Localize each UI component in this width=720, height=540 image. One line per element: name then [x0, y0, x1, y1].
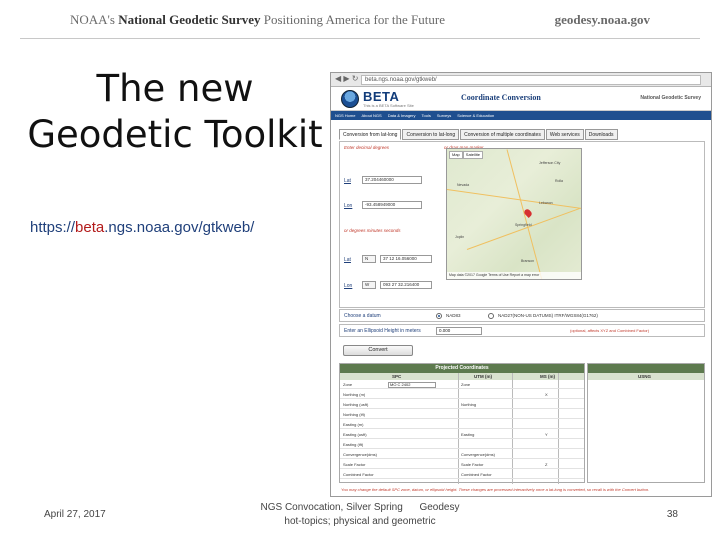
site-navbar: NGS Home About NGS Data & Imagery Tools … — [331, 111, 711, 120]
table-row: Easting (usft) Easting Y — [340, 431, 584, 439]
table-row: Easting (ift) — [340, 441, 584, 449]
page-number: 38 — [666, 509, 678, 520]
col-ms: MS (m) — [540, 374, 555, 379]
usng-table: USNG — [587, 363, 705, 483]
conversion-note: You may change the default SPC zone, dat… — [341, 487, 650, 492]
tab-to-lat-long[interactable]: Conversion to lat-long — [402, 129, 460, 140]
beta-subtitle: This is a BETA Software Site — [363, 103, 414, 108]
lon-label: Lon — [344, 203, 353, 209]
browser-nav-icons[interactable]: ◀ ▶ ↻ — [335, 74, 358, 83]
datum-nad83-radio[interactable] — [436, 313, 442, 319]
location-map[interactable]: Map Satellite Springfield Joplin Rolla L… — [446, 148, 582, 280]
banner-website: geodesy.noaa.gov — [554, 12, 650, 27]
table-row: Easting (m) — [340, 421, 584, 429]
footer-event: NGS Convocation, Silver Spring Geodesy h… — [230, 501, 490, 529]
results-title: Projected Coordinates — [340, 364, 584, 373]
datum-label: Choose a datum — [344, 313, 381, 319]
slide-banner: NOAA's National Geodetic Survey Position… — [0, 0, 720, 42]
lon-dms-label: Lon — [344, 283, 353, 289]
table-row: Northing (ift) — [340, 411, 584, 419]
nav-tools[interactable]: Tools — [419, 111, 432, 120]
tab-multiple-coordinates[interactable]: Conversion of multiple coordinates — [460, 129, 545, 140]
tab-downloads[interactable]: Downloads — [584, 129, 618, 140]
spc-zone-select[interactable]: MO C 2402 — [388, 382, 436, 388]
convert-button[interactable]: Convert — [343, 345, 413, 356]
tab-from-lat-long[interactable]: Conversion from lat-long — [339, 129, 402, 140]
datum-other-radio[interactable] — [488, 313, 494, 319]
lat-hemisphere-select[interactable]: N — [362, 255, 376, 263]
usng-header: USNG — [588, 373, 704, 380]
beta-logo: BETA — [363, 89, 400, 104]
table-row: Combined Factor Combined Factor — [340, 471, 584, 479]
results-header: SPC UTM (m) MS (m) — [340, 373, 584, 380]
map-type-satellite-button[interactable]: Satellite — [462, 151, 484, 159]
footer-event-line1: NGS Convocation, Silver Spring Geodesy — [260, 502, 460, 513]
col-utm: UTM (m) — [474, 374, 492, 379]
map-type-map-button[interactable]: Map — [449, 151, 463, 159]
map-town: Branson — [521, 259, 535, 263]
lat-dms-input[interactable]: 37 12 16.056000 — [380, 255, 432, 263]
nav-data-imagery[interactable]: Data & Imagery — [386, 111, 418, 120]
input-panel: Enter decimal degrees or drag map marker… — [339, 141, 705, 308]
lat-decimal-input[interactable]: 37.204460000 — [362, 176, 422, 184]
banner-divider — [20, 38, 700, 39]
map-town: Jefferson City — [539, 161, 561, 165]
slide-title-line2: Geodetic Toolkit — [27, 113, 323, 156]
datum-nad83-label: NAD83 — [446, 313, 461, 318]
lat-dms-label: Lat — [344, 257, 351, 263]
table-row: Northing (usft) Northing — [340, 401, 584, 409]
map-town: Rolla — [555, 179, 563, 183]
decimal-prompt: Enter decimal degrees — [344, 145, 390, 150]
lon-decimal-input[interactable]: -93.458949000 — [362, 201, 422, 209]
ellipsoid-height-input[interactable]: 0.000 — [436, 327, 482, 335]
toolkit-url-link[interactable]: https://beta.ngs.noaa.gov/gtkweb/ — [30, 219, 254, 236]
site-title: Coordinate Conversion — [461, 93, 541, 102]
slide-title-line1: The new — [96, 67, 254, 110]
noaa-logo-icon[interactable] — [341, 90, 359, 108]
address-bar: ◀ ▶ ↻ beta.ngs.noaa.gov/gtkweb/ — [331, 73, 711, 87]
projected-coordinates-table: Projected Coordinates SPC UTM (m) MS (m)… — [339, 363, 585, 484]
datum-panel: Choose a datum NAD83 NAD27(NON-US DATUMS… — [339, 309, 705, 322]
map-town: Springfield — [515, 223, 532, 227]
usng-title-bar — [588, 364, 704, 373]
address-input[interactable]: beta.ngs.noaa.gov/gtkweb/ — [361, 75, 701, 85]
site-org: National Geodetic Survey — [640, 95, 701, 101]
table-row: Scale Factor Scale Factor Z — [340, 461, 584, 469]
conversion-tabs: Conversion from lat-long Conversion to l… — [339, 129, 618, 140]
map-road — [447, 189, 581, 210]
height-note: (optional, affects XYZ and Combined Fact… — [570, 328, 650, 333]
footer-date: April 27, 2017 — [44, 509, 106, 520]
table-row: Convergence(dms) Convergence(dms) — [340, 451, 584, 459]
map-attribution: Map data ©2017 Google Terms of Use Repor… — [447, 272, 581, 279]
nav-about-ngs[interactable]: About NGS — [359, 111, 383, 120]
nav-ngs-home[interactable]: NGS Home — [333, 111, 357, 120]
lon-hemisphere-select[interactable]: W — [362, 281, 376, 289]
table-row: Zone MO C 2402 Zone — [340, 381, 584, 389]
tab-web-services[interactable]: Web services — [545, 129, 584, 140]
browser-screenshot: ◀ ▶ ↻ beta.ngs.noaa.gov/gtkweb/ BETA Thi… — [330, 72, 712, 497]
lon-dms-input[interactable]: 093 27 32.216400 — [380, 281, 432, 289]
slide-title: The new Geodetic Toolkit — [20, 66, 330, 158]
height-label: Enter an Ellipsoid Height in meters — [344, 328, 421, 334]
nav-surveys[interactable]: Surveys — [435, 111, 453, 120]
site-header: BETA This is a BETA Software Site Coordi… — [331, 87, 711, 111]
table-row: Northing (m) X — [340, 391, 584, 399]
height-panel: Enter an Ellipsoid Height in meters 0.00… — [339, 324, 705, 337]
datum-other-label: NAD27(NON-US DATUMS) ITRF/WGS84(G1762) — [498, 313, 598, 318]
nav-science-education[interactable]: Science & Education — [455, 111, 496, 120]
footer-event-line2: hot-topics; physical and geometric — [284, 516, 436, 527]
map-town: Joplin — [455, 235, 465, 239]
dms-prompt: or degrees minutes seconds — [344, 228, 401, 233]
map-town: Lebanon — [539, 201, 553, 205]
col-spc: SPC — [392, 374, 402, 379]
coordinate-entry: Enter decimal degrees or drag map marker… — [340, 142, 484, 307]
banner-agency: NOAA's National Geodetic Survey Position… — [70, 12, 445, 27]
map-town: Nevada — [457, 183, 470, 187]
col-usng: USNG — [638, 374, 652, 379]
lat-label: Lat — [344, 178, 351, 184]
map-type-control: Map Satellite — [449, 151, 484, 159]
